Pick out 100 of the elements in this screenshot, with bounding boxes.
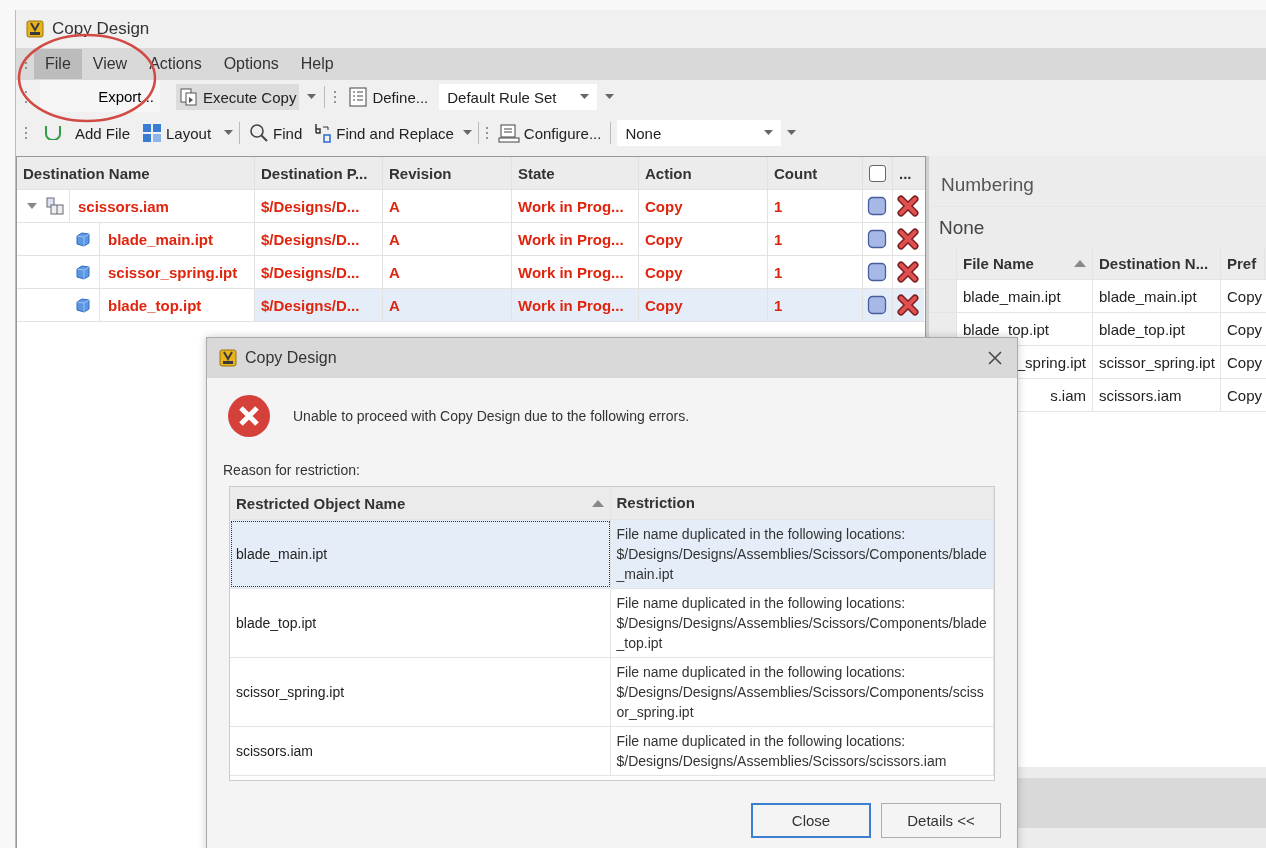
grip-handle[interactable] <box>333 89 338 105</box>
configure-icon <box>497 123 520 143</box>
table-cell: File name duplicated in the following locations: $/Designs/Designs/Assemblies/Scissors/Components/blade_main.ipt <box>610 520 994 588</box>
column-header[interactable]: Pref <box>1221 247 1265 279</box>
caret-icon[interactable] <box>224 130 234 136</box>
assembly-icon <box>45 196 65 216</box>
file-name: blade_top.ipt <box>99 289 202 321</box>
column-header[interactable]: Action <box>639 157 768 189</box>
table-cell: 1 <box>768 289 863 321</box>
rounded-square-icon[interactable] <box>867 196 887 216</box>
grip-handle[interactable] <box>24 125 28 141</box>
column-header[interactable]: Destination N... <box>1093 247 1221 279</box>
table-cell: blade_top.ipt <box>1093 313 1221 345</box>
part-icon <box>75 264 91 280</box>
sort-arrow-icon <box>1074 259 1086 267</box>
caret-icon[interactable] <box>764 130 774 136</box>
column-header[interactable]: Restriction <box>610 487 994 519</box>
table-cell: Work in Prog... <box>512 289 639 321</box>
table-cell: blade_top.ipt <box>230 589 611 657</box>
table-cell: Work in Prog... <box>512 256 639 288</box>
table-cell: 1 <box>768 223 863 255</box>
column-header[interactable]: Revision <box>383 157 512 189</box>
define-button[interactable]: Define... <box>345 84 432 110</box>
caret-icon[interactable] <box>787 130 797 136</box>
table-cell: A <box>383 223 512 255</box>
caret-icon[interactable] <box>605 94 615 100</box>
remove-icon[interactable] <box>897 228 919 250</box>
file-name: scissors.iam <box>69 190 169 222</box>
table-cell: 1 <box>768 190 863 222</box>
menu-item[interactable]: File <box>34 49 82 79</box>
menu-item[interactable]: Help <box>289 49 345 79</box>
error-icon <box>227 394 271 438</box>
sort-arrow-icon <box>591 499 604 507</box>
caret-icon[interactable] <box>462 130 472 136</box>
dialog-title: Copy Design <box>245 349 337 367</box>
column-header[interactable]: Restricted Object Name <box>230 487 611 519</box>
rounded-square-icon[interactable] <box>867 229 887 249</box>
column-header[interactable]: Destination Name <box>17 157 255 189</box>
part-icon <box>75 231 91 247</box>
caret-icon[interactable] <box>307 94 317 100</box>
table-cell: scissor_spring.ipt <box>230 658 611 726</box>
remove-icon[interactable] <box>897 294 919 316</box>
table-cell-text: Copy <box>1226 286 1264 307</box>
column-header[interactable]: State <box>512 157 639 189</box>
expand-toggle[interactable] <box>27 201 37 211</box>
table-cell: scissors.iam <box>1093 379 1221 411</box>
checkbox[interactable] <box>869 164 886 182</box>
table-cell: File name duplicated in the following locations: $/Designs/Designs/Assemblies/Scissors/Components/blade_top.ipt <box>610 589 994 657</box>
table-cell-text: Copy <box>1226 385 1264 406</box>
file-name: scissor_spring.ipt <box>99 256 238 288</box>
column-header[interactable]: ... <box>893 157 924 189</box>
layout-button[interactable]: Layout <box>139 120 219 146</box>
table-row[interactable]: blade_main.ipt $/Designs/D... A Work in Prog... Copy 1 <box>17 223 925 256</box>
menu-item[interactable]: View <box>81 49 139 79</box>
dialog-button[interactable]: Close <box>751 803 871 838</box>
menu-item[interactable]: Options <box>212 49 290 79</box>
table-cell: A <box>383 190 512 222</box>
find-button[interactable]: Find <box>246 120 306 146</box>
grip-handle[interactable] <box>484 125 489 141</box>
column-header[interactable]: File Name <box>957 247 1093 279</box>
file-name: blade_main.ipt <box>99 223 214 255</box>
table-row[interactable]: blade_top.ipt File name duplicated in the following locations: $/Designs/Designs/Assemblies/Scissors/Components/blade_top.ipt <box>230 589 994 658</box>
rule-set-dropdown[interactable]: Default Rule Set <box>439 84 598 110</box>
table-cell: blade_main.ipt <box>957 280 1093 312</box>
table-cell: Copy <box>639 223 768 255</box>
list-icon <box>348 87 369 107</box>
table-row[interactable]: blade_top.ipt $/Designs/D... A Work in Prog... Copy 1 <box>17 289 925 322</box>
table-cell: File name duplicated in the following locations: $/Designs/Designs/Assemblies/Scissors/Components/scissor_spring.ipt <box>610 658 994 726</box>
table-row[interactable]: scissor_spring.ipt File name duplicated in the following locations: $/Designs/Designs/Assemblies/Scissors/Components/scissor_spring.ipt <box>230 658 994 727</box>
dialog-button[interactable]: Details << <box>881 803 1001 838</box>
configure-button[interactable]: Configure... <box>494 120 605 146</box>
window-title: Copy Design <box>52 19 150 39</box>
table-row[interactable]: blade_main.ipt File name duplicated in the following locations: $/Designs/Designs/Assemblies/Scissors/Components/blade_main.ipt <box>230 520 994 589</box>
filter-dropdown[interactable]: None <box>617 120 782 146</box>
table-cell: Work in Prog... <box>512 190 639 222</box>
close-icon[interactable] <box>987 350 1003 366</box>
table-cell: 1 <box>768 256 863 288</box>
execute-copy-button[interactable]: Execute Copy <box>176 84 300 110</box>
search-icon <box>249 123 270 143</box>
grip-handle[interactable] <box>24 89 28 105</box>
replace-icon <box>314 123 333 143</box>
table-cell: Copy <box>639 289 768 321</box>
table-cell-text: Copy <box>1226 352 1264 373</box>
table-cell: scissor_spring.ipt <box>1093 346 1221 378</box>
rounded-square-icon[interactable] <box>867 295 887 315</box>
column-header[interactable]: Destination P... <box>255 157 383 189</box>
table-row[interactable]: scissors.iam File name duplicated in the following locations: $/Designs/Designs/Assemblies/Scissors/scissors.iam <box>230 727 994 776</box>
remove-icon[interactable] <box>897 261 919 283</box>
remove-icon[interactable] <box>897 195 919 217</box>
add-files-button[interactable]: Add File <box>40 121 134 145</box>
find-replace-button[interactable]: Find and Replace <box>311 120 457 146</box>
rounded-square-icon[interactable] <box>867 262 887 282</box>
table-cell: blade_main.ipt <box>1093 280 1221 312</box>
table-row[interactable]: scissors.iam $/Designs/D... A Work in Prog... Copy 1 <box>17 190 925 223</box>
table-cell: $/Designs/D... <box>255 289 383 321</box>
column-header[interactable]: Count <box>768 157 863 189</box>
reason-label: Reason for restriction: <box>222 461 361 480</box>
table-cell: A <box>383 256 512 288</box>
table-cell: Copy <box>639 256 768 288</box>
caret-icon[interactable] <box>580 94 590 100</box>
